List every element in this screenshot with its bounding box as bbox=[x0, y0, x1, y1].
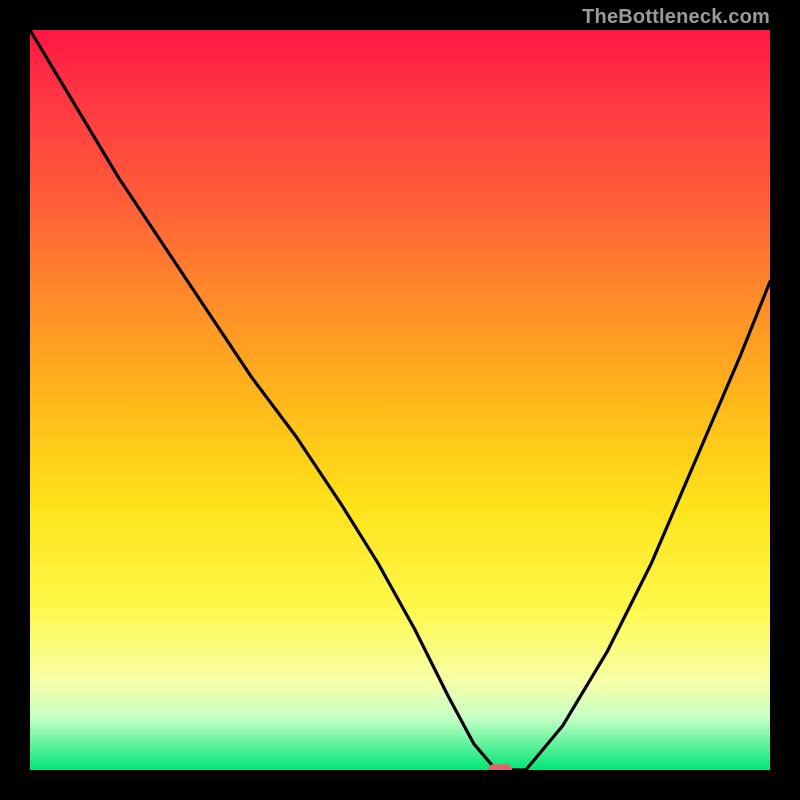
plot-area bbox=[30, 30, 770, 770]
attribution-text: TheBottleneck.com bbox=[582, 6, 770, 29]
chart-container: TheBottleneck.com bbox=[0, 0, 800, 800]
bottleneck-curve bbox=[30, 30, 770, 770]
optimal-marker bbox=[488, 764, 512, 770]
